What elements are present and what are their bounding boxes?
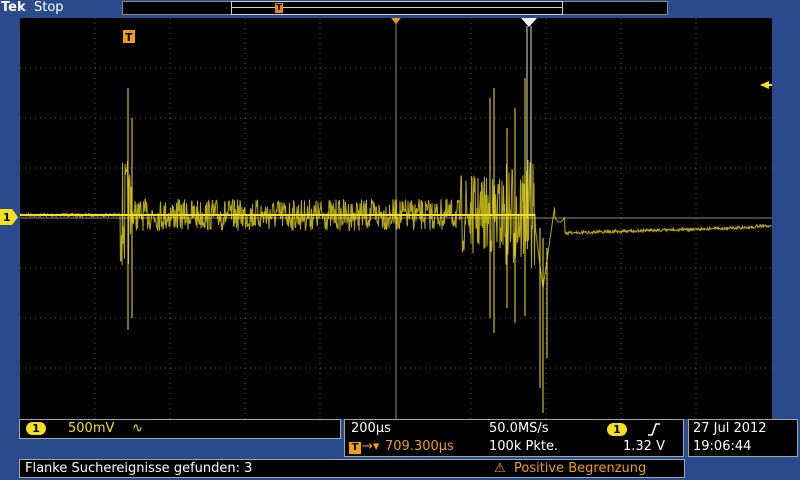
record-trigger-marker-icon: T [275,3,283,13]
delay-arrow-icon: →▾ [362,439,380,454]
svg-text:T: T [125,31,133,44]
waveform-display[interactable]: T [19,18,772,419]
channel-badge: 1 [26,422,46,435]
sample-rate: 50.0MS/s [489,421,549,436]
timebase-trigger-readout[interactable]: 200µs 50.0MS/s T →▾ 709.300µs 100k Pkte.… [344,419,684,457]
graticule-and-trace: T [19,18,772,419]
top-status-bar: Tek Stop T [0,0,800,18]
trigger-delay-icon: T [349,442,361,454]
trigger-level-arrow-icon [760,81,769,89]
channel-1-ground-marker[interactable]: 1 [0,209,18,225]
warning-text: Positive Begrenzung [514,461,647,476]
rising-edge-icon [648,423,660,436]
acquisition-status: Stop [34,0,64,15]
record-length: 100k Pkte. [489,439,559,454]
trigger-level: 1.32 V [623,439,665,454]
message-bar: Flanke Suchereignisse gefunden: 3 ⚠ Posi… [19,459,685,478]
trigger-position-icon [391,18,401,24]
vertical-scale: 500mV [68,421,115,436]
brand-logo: Tek [1,0,26,15]
search-result-text: Flanke Suchereignisse gefunden: 3 [25,461,253,476]
channel-1-readout[interactable]: 1 500mV ∿ [19,419,341,439]
time: 19:06:44 [693,439,752,454]
warning-icon: ⚠ [494,461,506,476]
search-marker-icon[interactable] [521,18,537,27]
coupling-icon: ∿ [132,421,143,436]
date-time-readout: 27 Jul 2012 19:06:44 [688,419,798,457]
trigger-delay: 709.300µs [385,439,454,454]
svg-text:1: 1 [3,211,11,224]
date: 27 Jul 2012 [693,421,767,436]
horizontal-scale: 200µs [351,421,391,436]
trigger-channel-badge: 1 [607,423,627,436]
